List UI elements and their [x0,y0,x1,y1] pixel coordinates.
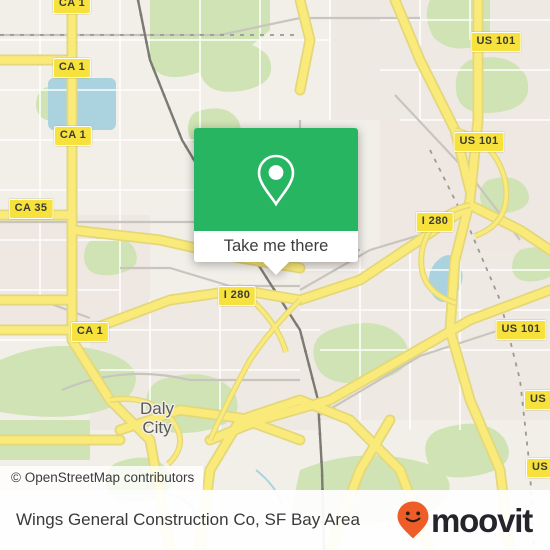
callout-body[interactable]: Take me there [194,128,358,262]
highway-shield: CA 1 [52,58,92,78]
highway-shield: CA 1 [70,322,110,342]
map-screenshot: CA 1 CA 1 CA 1 CA 35 CA 1 US 101 US 101 I 280 I … [0,0,550,550]
map-pin-icon [257,154,295,206]
callout-pin-area [194,128,358,231]
place-title: Wings General Construction Co, SF Bay Ar… [16,510,360,529]
map-attribution[interactable]: © OpenStreetMap contributors [0,466,204,490]
callout-label[interactable]: Take me there [194,231,358,262]
footer-bar: Wings General Construction Co, SF Bay Ar… [0,490,550,550]
highway-shield: CA 1 [53,126,93,146]
highway-shield: I 280 [217,286,257,306]
take-me-there-callout[interactable]: Take me there [194,128,358,275]
moovit-wordmark: moovit [431,501,533,539]
highway-shield: US 101 [453,132,505,152]
callout-tail [263,262,289,275]
moovit-pin-logo-icon [397,501,429,539]
moovit-brand[interactable]: moovit [396,500,533,540]
highway-shield: CA 35 [8,199,54,219]
highway-shield: I 280 [415,212,455,232]
highway-shield: US 101 [470,32,522,52]
highway-shield: US 1 [523,390,550,410]
place-label: Daly City [139,399,175,437]
highway-shield: US 101 [495,320,547,340]
highway-shield: US 1 [525,458,550,478]
highway-shield: CA 1 [52,0,92,14]
